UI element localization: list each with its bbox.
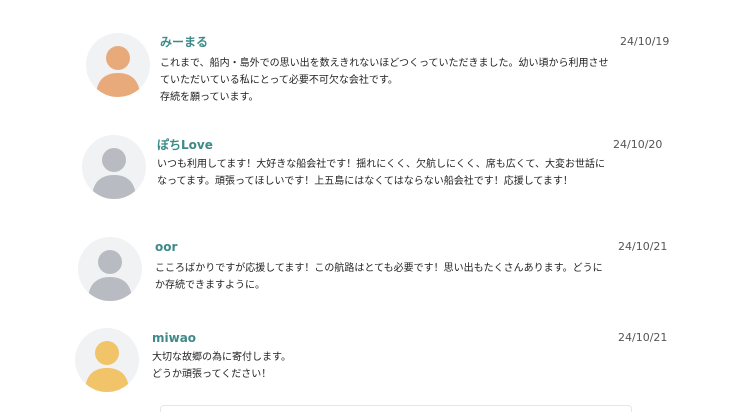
comment-line: こころばかりですが応援してます！この航路はとても必要です！思い出もたくさんありま… bbox=[155, 263, 603, 274]
comment-body: 大切な故郷の為に寄付します。 どうか頑張ってください！ bbox=[152, 349, 291, 383]
user-avatar-icon bbox=[75, 328, 139, 392]
comment-line: なってます。頑張ってほしいです！上五島にはなくてはならない船会社です！応援してま… bbox=[157, 176, 573, 187]
next-comment-edge bbox=[160, 405, 632, 412]
comment-date: 24/10/20 bbox=[613, 138, 663, 151]
comment-body: こころばかりですが応援してます！この航路はとても必要です！思い出もたくさんありま… bbox=[155, 260, 603, 294]
user-avatar-icon bbox=[78, 237, 142, 301]
user-avatar-icon bbox=[82, 135, 146, 199]
comment-author[interactable]: みーまる bbox=[160, 35, 208, 49]
comment-line: どうか頑張ってください！ bbox=[152, 369, 272, 380]
comment-author[interactable]: miwao bbox=[152, 331, 196, 345]
comment-line: いつも利用してます！大好きな船会社です！揺れにくく、欠航しにくく、席も広くて、大… bbox=[157, 159, 605, 170]
comment-date: 24/10/21 bbox=[618, 240, 668, 253]
comment-line: これまで、船内・島外での思い出を数えきれないほどつくっていただきました。幼い頃か… bbox=[160, 58, 609, 69]
comment-body: いつも利用してます！大好きな船会社です！揺れにくく、欠航しにくく、席も広くて、大… bbox=[157, 156, 605, 190]
comment-line: 大切な故郷の為に寄付します。 bbox=[152, 352, 291, 363]
comment-date: 24/10/21 bbox=[618, 331, 668, 344]
comment-line: か存続できますように。 bbox=[155, 280, 265, 291]
comment-line: 存続を願っています。 bbox=[160, 92, 259, 103]
user-avatar-icon bbox=[86, 33, 150, 97]
comment-author[interactable]: oor bbox=[155, 240, 177, 254]
comment-body: これまで、船内・島外での思い出を数えきれないほどつくっていただきました。幼い頃か… bbox=[160, 55, 609, 106]
comment-line: ていただいている私にとって必要不可欠な会社です。 bbox=[160, 75, 398, 86]
comment-author[interactable]: ぽちLove bbox=[157, 138, 213, 152]
comment-date: 24/10/19 bbox=[620, 35, 670, 48]
